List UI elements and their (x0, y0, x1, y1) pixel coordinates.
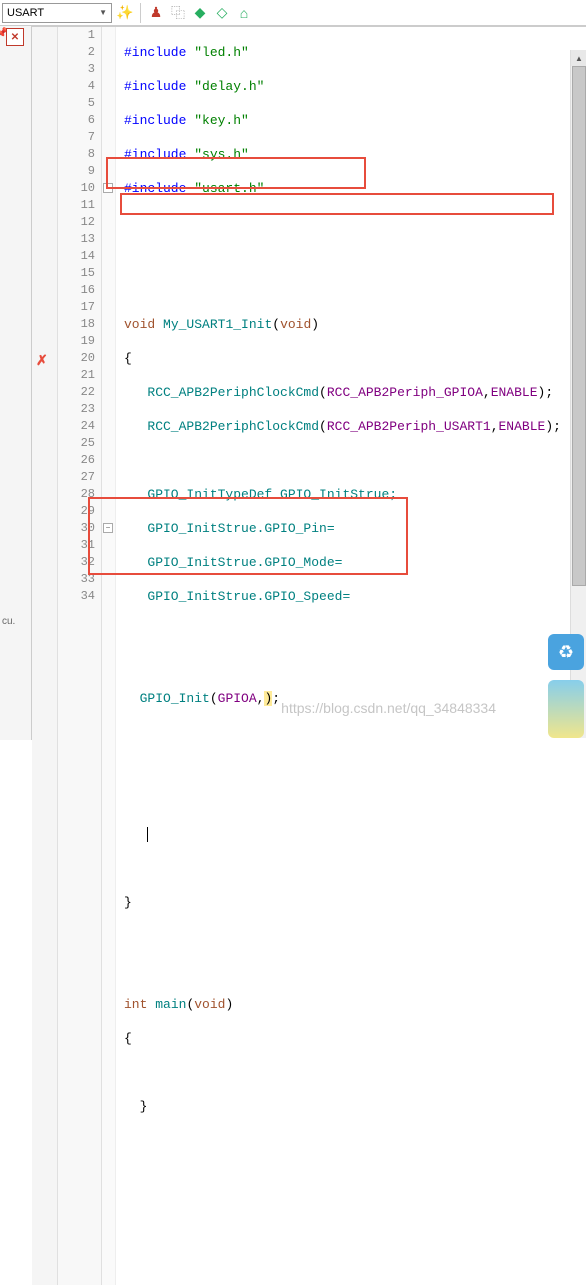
line-number: 24 (58, 418, 95, 435)
line-number: 5 (58, 95, 95, 112)
code-container: ✗ 12345678910111213141516171819202122232… (32, 27, 586, 1285)
scroll-up-icon[interactable]: ▲ (571, 50, 586, 66)
line-number: 18 (58, 316, 95, 333)
line-number: 10 (58, 180, 95, 197)
scenery-widget[interactable] (548, 680, 584, 738)
line-number: 11 (58, 197, 95, 214)
line-number: 22 (58, 384, 95, 401)
watermark: https://blog.csdn.net/qq_34848334 (281, 700, 496, 716)
workspace: 📌 ✕ cu. main.c* stm32f10x_gpio.h × stm32… (0, 26, 586, 740)
editor-area: main.c* stm32f10x_gpio.h × stm32f10x.h ×… (32, 26, 586, 740)
symbol-combo[interactable]: USART ▼ (2, 3, 112, 23)
line-number: 14 (58, 248, 95, 265)
line-number: 30 (58, 520, 95, 537)
line-number: 3 (58, 61, 95, 78)
side-label: cu. (2, 616, 15, 627)
wand-icon[interactable]: ✨ (116, 4, 134, 22)
line-number: 26 (58, 452, 95, 469)
line-number: 8 (58, 146, 95, 163)
line-number: 21 (58, 367, 95, 384)
error-icon: ✗ (36, 352, 48, 369)
line-number: 34 (58, 588, 95, 605)
line-number: 6 (58, 112, 95, 129)
line-number: 23 (58, 401, 95, 418)
line-number: 27 (58, 469, 95, 486)
share-widget[interactable]: ♻ (548, 634, 584, 670)
line-number: 7 (58, 129, 95, 146)
line-number: 20 (58, 350, 95, 367)
diamond-green-icon[interactable]: ◆ (191, 4, 209, 22)
chevron-down-icon: ▼ (99, 8, 107, 17)
line-number: 2 (58, 44, 95, 61)
line-number: 31 (58, 537, 95, 554)
copy-icon[interactable]: ⿻ (169, 4, 187, 22)
code-editor[interactable]: #include "led.h" #include "delay.h" #inc… (116, 27, 586, 1285)
fold-toggle[interactable]: − (103, 523, 113, 533)
scrollbar-thumb[interactable] (572, 66, 586, 586)
line-number: 17 (58, 299, 95, 316)
line-number: 1 (58, 27, 95, 44)
line-number: 16 (58, 282, 95, 299)
left-panel: 📌 ✕ cu. (0, 26, 32, 740)
combo-value: USART (7, 7, 44, 19)
line-number: 13 (58, 231, 95, 248)
close-panel-button[interactable]: ✕ (6, 28, 24, 46)
line-gutter: 1234567891011121314151617181920212223242… (58, 27, 102, 1285)
line-number: 15 (58, 265, 95, 282)
line-number: 28 (58, 486, 95, 503)
separator (140, 3, 141, 23)
line-number: 4 (58, 78, 95, 95)
line-number: 33 (58, 571, 95, 588)
toolbar: USART ▼ ✨ ♟ ⿻ ◆ ◇ ⌂ (0, 0, 586, 26)
fold-toggle[interactable]: − (103, 183, 113, 193)
line-number: 12 (58, 214, 95, 231)
line-number: 25 (58, 435, 95, 452)
line-number: 29 (58, 503, 95, 520)
diamond-outline-icon[interactable]: ◇ (213, 4, 231, 22)
home-icon[interactable]: ⌂ (235, 4, 253, 22)
line-number: 19 (58, 333, 95, 350)
person-icon[interactable]: ♟ (147, 4, 165, 22)
fold-column: − − (102, 27, 116, 1285)
margin-column: ✗ (32, 27, 58, 1285)
line-number: 9 (58, 163, 95, 180)
line-number: 32 (58, 554, 95, 571)
